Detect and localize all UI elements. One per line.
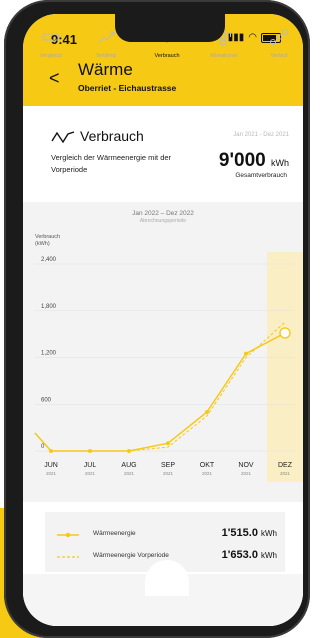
data-point <box>205 410 209 415</box>
x-tick-month: JUN <box>44 462 58 469</box>
x-tick-month: AUG <box>121 462 136 469</box>
tab-label: Tendenz <box>95 53 117 59</box>
x-tick-month: SEP <box>161 462 175 469</box>
series-lines <box>34 321 286 452</box>
x-tick-month: JUL <box>84 462 97 469</box>
chart-period-sub: Abrechnungsperiode <box>139 218 187 224</box>
phone-frame: 9:41 ▮▮▮ ◠ < Wärme Oberriet - Eichaustra… <box>4 0 310 638</box>
x-tick-month: OKT <box>200 462 215 469</box>
total-label: Gesamtverbrauch <box>235 172 287 179</box>
consumption-chart[interactable]: Verbrauch (kWh) 0 600 1,200 1,800 2,400 JUN 2… <box>23 229 303 494</box>
page-title: Wärme <box>78 60 133 79</box>
tab-vergleich[interactable]: Vergleich <box>31 28 71 59</box>
y-tick-label: 1,800 <box>41 304 57 310</box>
legend-value: 1'515.0 kWh <box>222 527 277 539</box>
dashed-line-icon <box>57 556 79 558</box>
y-axis-label: Verbrauch <box>35 234 60 240</box>
x-tick-year: 2021 <box>163 471 174 476</box>
x-tick-labels: JUN 2021 JUL 2021 AUG 2021 SEP 2021 OKT 2021 NOV 20… <box>44 462 293 476</box>
consumption-icon <box>51 131 75 144</box>
total-unit: kWh <box>271 158 289 168</box>
legend-label: Wärmeenergie Vorperiode <box>93 552 169 559</box>
active-tab-bump <box>145 560 189 596</box>
y-tick-label: 600 <box>41 397 52 403</box>
history-icon <box>270 29 288 45</box>
legend-value: 1'653.0 kWh <box>222 549 277 561</box>
summary-date-range: Jan 2021 - Dez 2021 <box>233 132 289 138</box>
notch <box>115 14 225 42</box>
series-points <box>49 327 291 453</box>
total-value: 9'000 <box>218 150 266 171</box>
total-consumption: 9'000 kWh <box>219 150 289 172</box>
section-title: Verbrauch <box>80 128 144 144</box>
tab-label: Vergleich <box>39 53 63 59</box>
compare-icon <box>41 33 61 41</box>
y-ticks: 0 600 1,200 1,800 2,400 <box>41 257 57 450</box>
legend-value-number: 1'515.0 <box>221 527 258 539</box>
x-tick-year: 2021 <box>124 471 135 476</box>
trend-icon <box>97 31 115 44</box>
data-point <box>127 449 131 453</box>
summary-description: Vergleich der Wärmeenergie mit der Vorpe… <box>51 153 172 174</box>
page-subtitle: Oberriet - Eichaustrasse <box>78 83 177 93</box>
legend-value-unit: kWh <box>261 551 277 560</box>
legend-value-number: 1'653.0 <box>221 549 258 561</box>
wifi-icon: ◠ <box>248 32 257 43</box>
x-tick-year: 2021 <box>241 471 252 476</box>
data-point <box>49 449 53 453</box>
x-tick-year: 2021 <box>46 471 57 476</box>
data-point <box>166 441 170 446</box>
back-button[interactable]: < <box>49 68 60 89</box>
tab-label: Klimakurve <box>210 53 238 59</box>
legend-label: Wärmeenergie <box>93 530 136 537</box>
legend-item-current: Wärmeenergie 1'515.0 kWh <box>45 526 285 544</box>
highlight-column <box>267 252 303 482</box>
y-tick-label: 1,200 <box>41 351 57 357</box>
grid <box>35 263 295 452</box>
app-screen: 9:41 ▮▮▮ ◠ < Wärme Oberriet - Eichaustra… <box>23 14 303 626</box>
tab-verlauf[interactable]: Verlauf <box>259 28 299 59</box>
series-line-0 <box>34 332 286 452</box>
legend-value-unit: kWh <box>261 529 277 538</box>
x-tick-month: NOV <box>238 462 254 469</box>
data-point <box>244 351 248 356</box>
solid-line-icon <box>57 532 79 538</box>
data-point <box>279 327 291 339</box>
y-tick-label: 2,400 <box>41 257 57 263</box>
x-tick-year: 2021 <box>280 471 291 476</box>
x-tick-month: DEZ <box>278 462 293 469</box>
y-axis-unit: (kWh) <box>35 241 50 247</box>
chart-period: Jan 2022 – Dez 2022 <box>132 210 194 217</box>
series-line-1 <box>34 321 286 452</box>
data-point <box>88 449 92 453</box>
y-tick-label: 0 <box>41 444 45 450</box>
tab-label: Verlauf <box>270 53 288 59</box>
x-tick-year: 2021 <box>202 471 213 476</box>
x-tick-year: 2021 <box>85 471 96 476</box>
tab-label: Verbrauch <box>154 53 180 59</box>
